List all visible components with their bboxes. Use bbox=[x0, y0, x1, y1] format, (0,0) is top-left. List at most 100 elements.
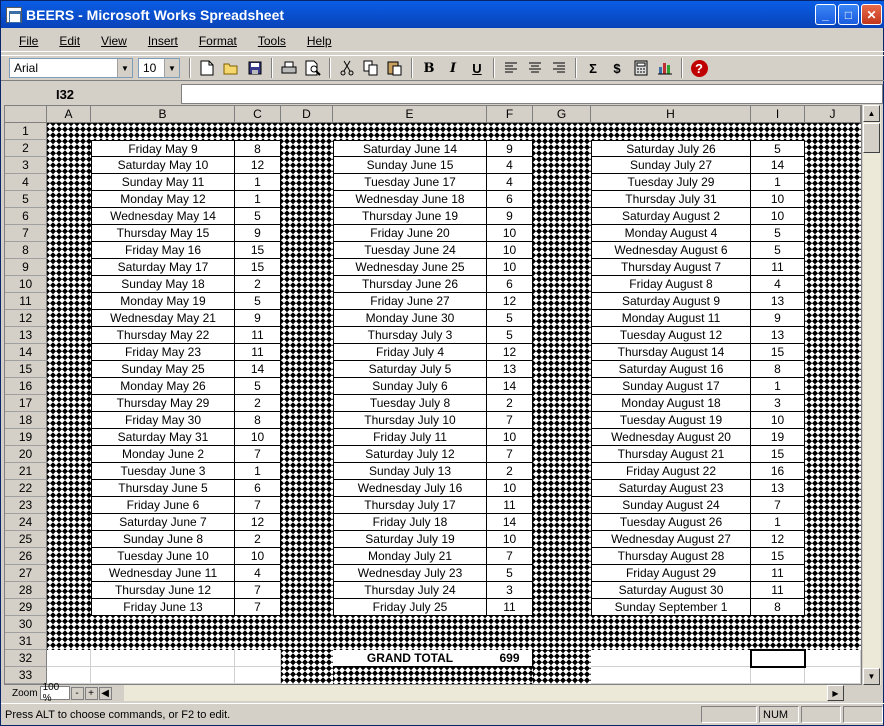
date-cell[interactable]: Friday June 20 bbox=[333, 225, 487, 242]
count-cell[interactable]: 11 bbox=[487, 497, 533, 514]
column-header[interactable]: D bbox=[281, 106, 333, 123]
date-cell[interactable]: Thursday July 10 bbox=[333, 412, 487, 429]
row-header[interactable]: 23 bbox=[5, 497, 47, 514]
column-header[interactable]: J bbox=[805, 106, 861, 123]
date-cell[interactable]: Wednesday May 14 bbox=[91, 208, 235, 225]
date-cell[interactable]: Tuesday July 29 bbox=[591, 174, 751, 191]
scroll-thumb[interactable] bbox=[863, 123, 880, 153]
date-cell[interactable]: Thursday May 22 bbox=[91, 327, 235, 344]
vertical-scrollbar[interactable]: ▲ ▼ bbox=[863, 105, 881, 685]
row-header[interactable]: 30 bbox=[5, 616, 47, 633]
row-header[interactable]: 8 bbox=[5, 242, 47, 259]
date-cell[interactable]: Sunday May 18 bbox=[91, 276, 235, 293]
row-header[interactable]: 28 bbox=[5, 582, 47, 599]
date-cell[interactable]: Tuesday August 12 bbox=[591, 327, 751, 344]
date-cell[interactable]: Tuesday August 19 bbox=[591, 412, 751, 429]
column-header[interactable]: I bbox=[751, 106, 805, 123]
formula-input[interactable] bbox=[181, 84, 883, 104]
row-header[interactable]: 25 bbox=[5, 531, 47, 548]
row-header[interactable]: 21 bbox=[5, 463, 47, 480]
count-cell[interactable]: 13 bbox=[751, 480, 805, 497]
align-center-icon[interactable] bbox=[524, 57, 546, 79]
row-header[interactable]: 27 bbox=[5, 565, 47, 582]
count-cell[interactable]: 7 bbox=[487, 412, 533, 429]
align-left-icon[interactable] bbox=[500, 57, 522, 79]
date-cell[interactable]: Saturday August 2 bbox=[591, 208, 751, 225]
grid-cell[interactable] bbox=[91, 650, 235, 667]
count-cell[interactable]: 7 bbox=[235, 599, 281, 616]
date-cell[interactable]: Sunday July 13 bbox=[333, 463, 487, 480]
count-cell[interactable]: 15 bbox=[235, 242, 281, 259]
minimize-button[interactable]: _ bbox=[815, 4, 836, 25]
italic-icon[interactable]: I bbox=[442, 57, 464, 79]
count-cell[interactable]: 11 bbox=[487, 599, 533, 616]
row-header[interactable]: 31 bbox=[5, 633, 47, 650]
row-header[interactable]: 15 bbox=[5, 361, 47, 378]
menu-view[interactable]: View bbox=[89, 34, 136, 48]
date-cell[interactable]: Sunday September 1 bbox=[591, 599, 751, 616]
count-cell[interactable]: 7 bbox=[235, 497, 281, 514]
count-cell[interactable]: 10 bbox=[487, 242, 533, 259]
date-cell[interactable]: Friday May 16 bbox=[91, 242, 235, 259]
count-cell[interactable]: 10 bbox=[487, 259, 533, 276]
count-cell[interactable]: 8 bbox=[751, 599, 805, 616]
menu-help[interactable]: Help bbox=[295, 34, 341, 48]
date-cell[interactable]: Sunday May 11 bbox=[91, 174, 235, 191]
count-cell[interactable]: 12 bbox=[487, 293, 533, 310]
date-cell[interactable]: Wednesday August 27 bbox=[591, 531, 751, 548]
row-header[interactable]: 18 bbox=[5, 412, 47, 429]
count-cell[interactable]: 3 bbox=[487, 582, 533, 599]
close-button[interactable]: ✕ bbox=[861, 4, 882, 25]
count-cell[interactable]: 12 bbox=[235, 514, 281, 531]
count-cell[interactable]: 15 bbox=[751, 446, 805, 463]
count-cell[interactable]: 7 bbox=[751, 497, 805, 514]
grid-cell[interactable] bbox=[235, 667, 281, 684]
grid-cell[interactable] bbox=[751, 667, 805, 684]
date-cell[interactable]: Friday July 25 bbox=[333, 599, 487, 616]
date-cell[interactable]: Sunday June 15 bbox=[333, 157, 487, 174]
count-cell[interactable]: 2 bbox=[235, 531, 281, 548]
date-cell[interactable]: Sunday July 6 bbox=[333, 378, 487, 395]
count-cell[interactable]: 5 bbox=[487, 327, 533, 344]
grid-cell[interactable] bbox=[47, 650, 91, 667]
date-cell[interactable]: Saturday June 7 bbox=[91, 514, 235, 531]
date-cell[interactable]: Friday May 30 bbox=[91, 412, 235, 429]
easy-calc-icon[interactable] bbox=[630, 57, 652, 79]
count-cell[interactable]: 6 bbox=[235, 480, 281, 497]
date-cell[interactable]: Saturday June 14 bbox=[333, 140, 487, 157]
font-size-select[interactable]: 10 ▼ bbox=[138, 58, 180, 78]
count-cell[interactable]: 13 bbox=[487, 361, 533, 378]
date-cell[interactable]: Monday July 21 bbox=[333, 548, 487, 565]
row-header[interactable]: 24 bbox=[5, 514, 47, 531]
count-cell[interactable]: 10 bbox=[487, 225, 533, 242]
count-cell[interactable]: 9 bbox=[235, 310, 281, 327]
count-cell[interactable]: 2 bbox=[235, 276, 281, 293]
row-header[interactable]: 1 bbox=[5, 123, 47, 140]
chevron-down-icon[interactable]: ▼ bbox=[117, 59, 132, 77]
count-cell[interactable]: 10 bbox=[235, 429, 281, 446]
date-cell[interactable]: Saturday August 30 bbox=[591, 582, 751, 599]
date-cell[interactable]: Monday June 2 bbox=[91, 446, 235, 463]
help-icon[interactable]: ? bbox=[688, 57, 710, 79]
date-cell[interactable]: Sunday May 25 bbox=[91, 361, 235, 378]
date-cell[interactable]: Thursday July 17 bbox=[333, 497, 487, 514]
row-header[interactable]: 19 bbox=[5, 429, 47, 446]
count-cell[interactable]: 3 bbox=[751, 395, 805, 412]
date-cell[interactable]: Thursday July 31 bbox=[591, 191, 751, 208]
count-cell[interactable]: 2 bbox=[487, 395, 533, 412]
date-cell[interactable]: Saturday July 5 bbox=[333, 361, 487, 378]
date-cell[interactable]: Monday June 30 bbox=[333, 310, 487, 327]
count-cell[interactable]: 2 bbox=[487, 463, 533, 480]
count-cell[interactable]: 5 bbox=[235, 208, 281, 225]
date-cell[interactable]: Monday August 11 bbox=[591, 310, 751, 327]
date-cell[interactable]: Monday August 18 bbox=[591, 395, 751, 412]
zoom-value[interactable]: 100 % bbox=[39, 682, 70, 704]
count-cell[interactable]: 10 bbox=[235, 548, 281, 565]
count-cell[interactable]: 11 bbox=[235, 344, 281, 361]
row-header[interactable]: 11 bbox=[5, 293, 47, 310]
date-cell[interactable]: Friday May 23 bbox=[91, 344, 235, 361]
count-cell[interactable]: 11 bbox=[751, 582, 805, 599]
zoom-out-button[interactable]: - bbox=[70, 686, 84, 700]
scroll-right-icon[interactable]: ▶ bbox=[827, 685, 844, 701]
date-cell[interactable]: Friday May 9 bbox=[91, 140, 235, 157]
